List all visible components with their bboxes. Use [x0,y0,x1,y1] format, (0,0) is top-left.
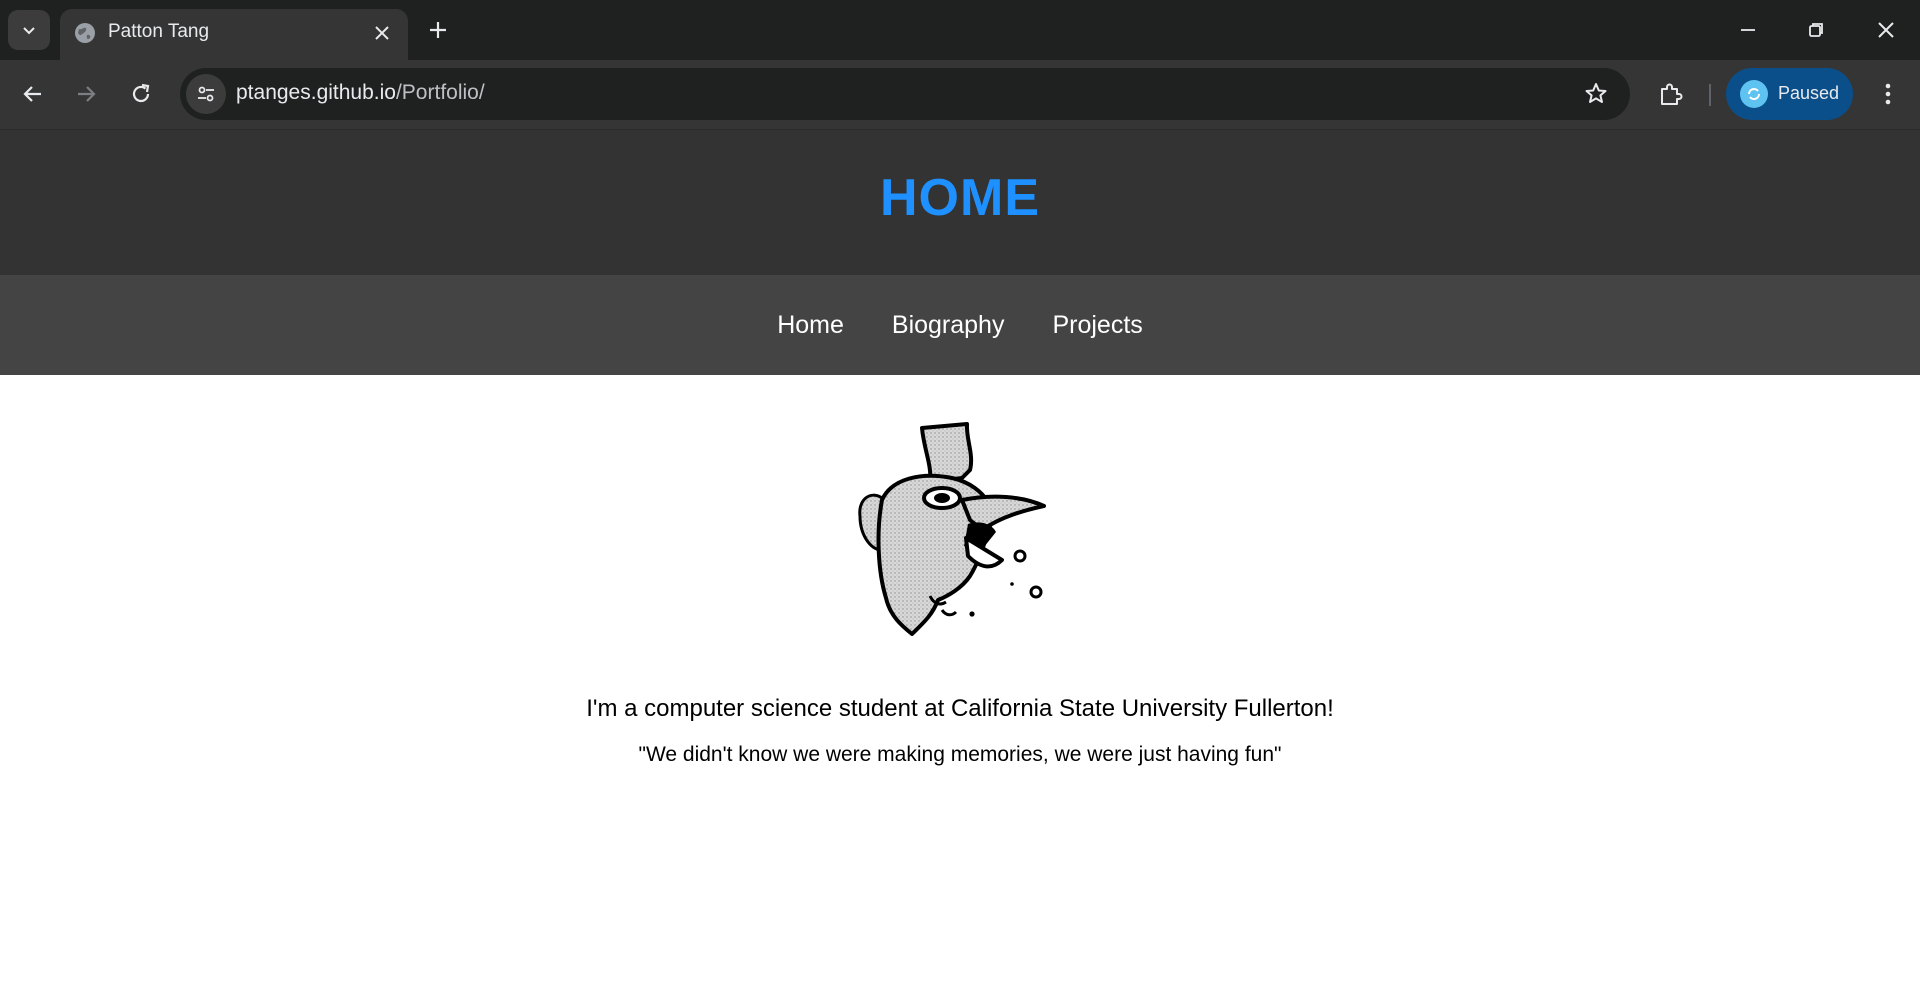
new-tab-icon[interactable] [424,16,452,44]
restore-icon[interactable] [1800,14,1832,46]
quote-text: "We didn't know we were making memories,… [638,743,1282,766]
tab-search-button[interactable] [8,10,50,50]
site-header: HOME [0,130,1920,275]
url-text[interactable]: ptanges.github.io/Portfolio/ [236,81,485,105]
page-title: HOME [880,169,1040,227]
globe-icon [75,23,95,43]
arrow-left-icon [23,86,41,102]
avatar [1740,80,1768,108]
arrow-right-icon [78,86,96,102]
url-path: /Portfolio/ [395,81,485,104]
chevron-down-icon [23,27,35,35]
tab-strip: Patton Tang [0,0,1920,60]
profile-button[interactable]: Paused [1726,68,1853,120]
more-vert-icon[interactable] [1872,78,1904,110]
nav-link-biography[interactable]: Biography [892,311,1005,340]
reload-icon [132,83,150,103]
back-button[interactable] [15,76,51,112]
nav-link-projects[interactable]: Projects [1052,311,1142,340]
url-host: ptanges.github.io [236,81,396,104]
sync-paused-icon [1748,88,1760,100]
site-nav: Home Biography Projects [0,275,1920,375]
address-bar[interactable]: ptanges.github.io/Portfolio/ [180,68,1630,120]
nav-link-home[interactable]: Home [777,311,844,340]
reload-button[interactable] [123,76,159,112]
site-info-button[interactable] [186,74,226,114]
close-icon[interactable] [370,21,394,45]
close-window-icon[interactable] [1870,14,1902,46]
star-icon[interactable] [1582,80,1610,108]
extensions-icon[interactable] [1655,78,1687,110]
browser-tab[interactable]: Patton Tang [60,9,408,60]
bird-illustration [858,422,1046,636]
web-page: HOME Home Biography Projects I'm a compu… [0,130,1920,1002]
browser-toolbar: ptanges.github.io/Portfolio/ Paused [0,60,1920,130]
forward-button[interactable] [68,76,104,112]
tune-icon [198,86,214,102]
tab-title: Patton Tang [108,21,210,42]
minimize-icon[interactable] [1732,14,1764,46]
toolbar-separator [1709,84,1711,106]
intro-text: I'm a computer science student at Califo… [586,695,1334,722]
profile-label: Paused [1778,83,1840,103]
